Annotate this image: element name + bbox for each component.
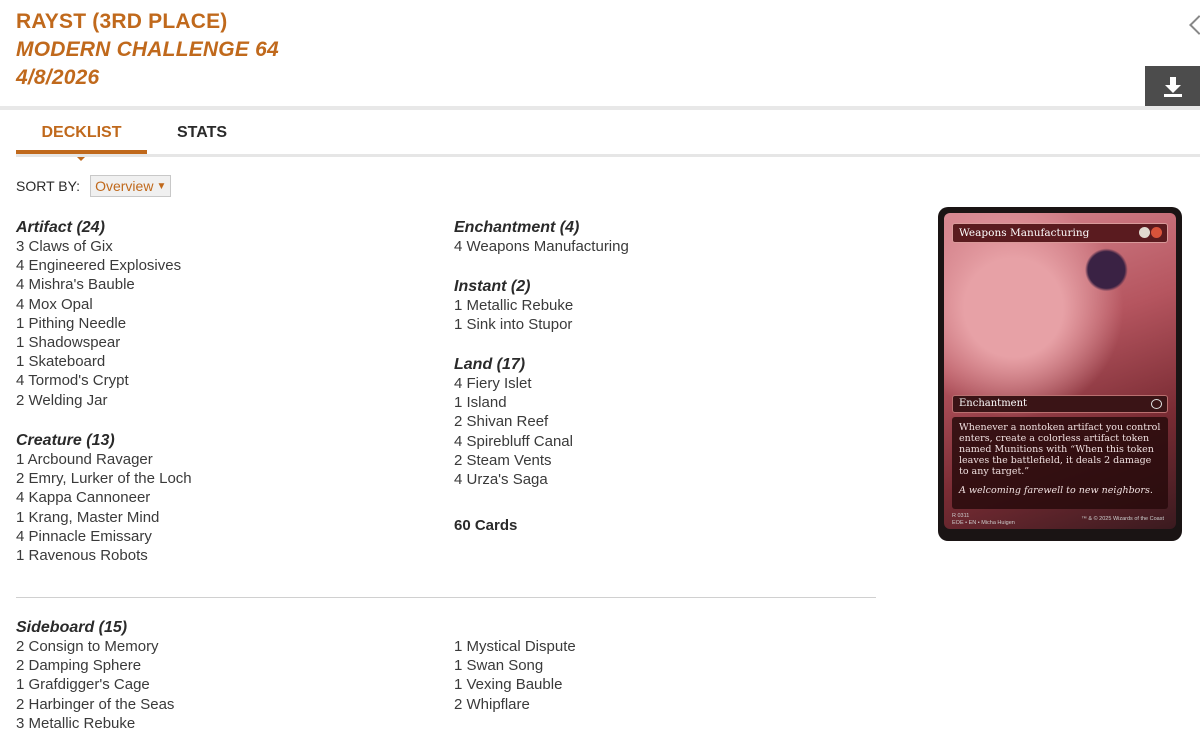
deck-total: 60 Cards [454,517,518,534]
chevron-down-icon: ▼ [156,180,167,192]
card-entry[interactable]: 4 Engineered Explosives [16,256,436,275]
card-entry[interactable]: 4 Fiery Islet [454,374,874,393]
card-entry[interactable]: 1 Pithing Needle [16,314,436,333]
card-entry[interactable]: 4 Mishra's Bauble [16,275,436,294]
card-entry[interactable]: 3 Metallic Rebuke [16,714,436,733]
card-rules-text: Whenever a nontoken artifact you control… [959,422,1161,477]
creature-section: Creature (13) 1 Arcbound Ravager 2 Emry,… [16,431,436,565]
category-title: Enchantment (4) [454,219,580,236]
card-entry[interactable]: 2 Consign to Memory [16,637,436,656]
sideboard-divider [16,597,876,598]
card-text-box: Whenever a nontoken artifact you control… [952,417,1168,509]
instant-section: Instant (2) 1 Metallic Rebuke 1 Sink int… [454,277,874,334]
sideboard-section: Sideboard (15) 2 Consign to Memory 2 Dam… [16,618,436,733]
card-entry[interactable]: 4 Spirebluff Canal [454,432,874,451]
category-title: Land (17) [454,356,526,373]
card-entry[interactable]: 1 Krang, Master Mind [16,508,436,527]
download-button[interactable] [1145,66,1200,107]
card-footer: R 0311 EOE • EN • Micha Huigen ™ & © 202… [952,513,1168,533]
card-entry[interactable]: 4 Tormod's Crypt [16,371,436,390]
card-set-code: EOE • EN [952,520,977,526]
card-entry[interactable]: 1 Island [454,393,874,412]
category-title: Creature (13) [16,432,115,449]
category-title: Instant (2) [454,278,531,295]
set-symbol-icon [1151,399,1162,409]
card-flavor-text: A welcoming farewell to new neighbors. [959,485,1153,496]
card-entry[interactable]: 1 Metallic Rebuke [454,296,874,315]
card-entry[interactable]: 4 Mox Opal [16,295,436,314]
card-entry[interactable]: 1 Shadowspear [16,333,436,352]
sort-control: SORT BY: Overview ▼ [16,175,172,197]
player-name: RAYST (3RD PLACE) [16,10,228,33]
header-divider [0,106,1200,110]
card-entry[interactable]: 1 Arcbound Ravager [16,450,436,469]
card-entry[interactable]: 2 Emry, Lurker of the Loch [16,469,436,488]
card-entry[interactable]: 2 Steam Vents [454,451,874,470]
card-entry[interactable]: 1 Ravenous Robots [16,546,436,565]
card-name: Weapons Manufacturing [959,227,1090,239]
card-entry[interactable]: 1 Vexing Bauble [454,675,874,694]
event-date: 4/8/2026 [16,66,100,89]
card-entry[interactable]: 4 Kappa Cannoneer [16,488,436,507]
card-entry[interactable]: 2 Harbinger of the Seas [16,695,436,714]
card-type: Enchantment [959,398,1028,409]
download-icon [1163,76,1182,97]
sideboard-title: Sideboard (15) [16,619,128,636]
sort-value: Overview [95,178,154,194]
deck-header: RAYST (3RD PLACE) MODERN CHALLENGE 64 4/… [16,8,279,92]
card-entry[interactable]: 3 Claws of Gix [16,237,436,256]
card-type-bar: Enchantment [952,395,1168,413]
card-entry[interactable]: 2 Shivan Reef [454,412,874,431]
card-artist: Micha Huigen [981,520,1015,526]
artifact-section: Artifact (24) 3 Claws of Gix 4 Engineere… [16,218,436,410]
card-preview-image: Weapons Manufacturing Enchantment Whenev… [938,207,1182,541]
category-title: Artifact (24) [16,219,105,236]
tab-stats[interactable]: STATS [177,114,227,154]
card-entry[interactable]: 4 Weapons Manufacturing [454,237,874,256]
card-name-bar: Weapons Manufacturing [952,223,1168,243]
card-entry[interactable]: 4 Urza's Saga [454,470,874,489]
tab-decklist[interactable]: DECKLIST [16,114,147,154]
card-entry[interactable]: 1 Grafdigger's Cage [16,675,436,694]
card-entry[interactable]: 1 Skateboard [16,352,436,371]
chevron-icon[interactable] [1189,15,1200,35]
tab-bar: DECKLIST STATS [16,114,1200,161]
sort-select[interactable]: Overview ▼ [90,175,172,197]
card-entry[interactable]: 4 Pinnacle Emissary [16,527,436,546]
land-section: Land (17) 4 Fiery Islet 1 Island 2 Shiva… [454,355,874,489]
card-entry[interactable]: 1 Sink into Stupor [454,315,874,334]
card-entry[interactable]: 2 Whipflare [454,695,874,714]
sideboard-section-right: 1 Mystical Dispute 1 Swan Song 1 Vexing … [454,637,874,714]
card-entry[interactable]: 2 Damping Sphere [16,656,436,675]
card-entry[interactable]: 2 Welding Jar [16,391,436,410]
mana-cost-icon [1139,227,1163,239]
card-legal: ™ & © 2025 Wizards of the Coast [1081,516,1164,522]
tab-divider [16,154,1200,157]
card-entry[interactable]: 1 Swan Song [454,656,874,675]
enchantment-section: Enchantment (4) 4 Weapons Manufacturing [454,218,874,256]
sort-label: SORT BY: [16,178,81,194]
event-name: MODERN CHALLENGE 64 [16,38,279,61]
card-entry[interactable]: 1 Mystical Dispute [454,637,874,656]
